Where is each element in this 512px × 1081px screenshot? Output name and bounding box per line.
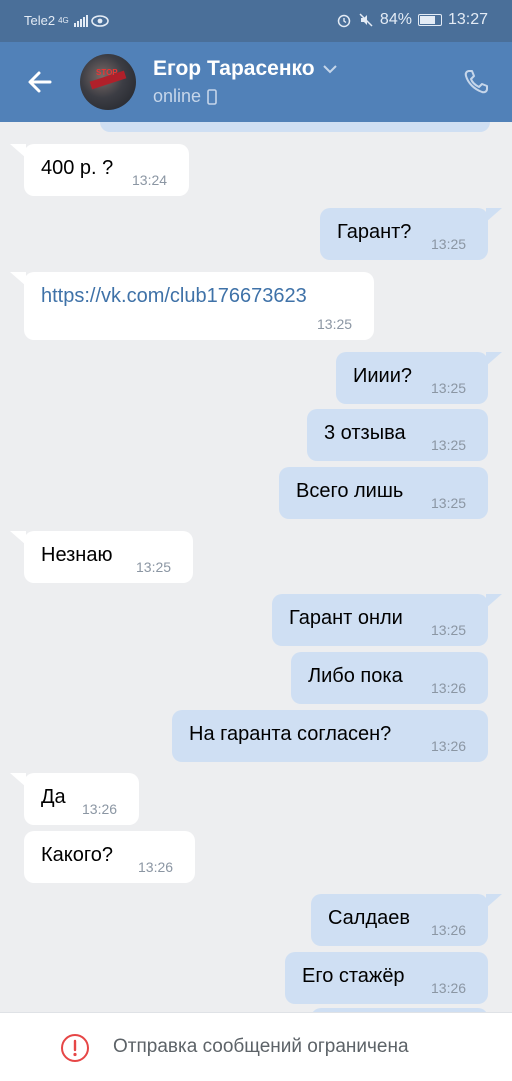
back-arrow-icon[interactable]: [24, 66, 56, 98]
phone-icon[interactable]: [462, 68, 490, 96]
mobile-icon: [207, 88, 217, 105]
eye-icon: [90, 14, 109, 27]
chat-header: STOP Егор Тарасенко online: [0, 42, 512, 122]
message-list[interactable]: 400 р. ? 13:24 Гарант? 13:25 https://vk.…: [0, 122, 512, 1012]
message-time: 13:25: [431, 622, 467, 638]
message-bubble-outgoing[interactable]: На гаранта согласен? 13:26: [172, 710, 488, 762]
presence-status: online: [153, 86, 217, 107]
message-text: Ииии?: [353, 365, 413, 387]
message-link[interactable]: https://vk.com/club176673623: [41, 285, 307, 308]
warning-icon: [61, 1034, 89, 1062]
message-bubble-outgoing[interactable]: 3 отзыва 13:25: [307, 409, 488, 461]
message-text: 400 р. ?: [41, 157, 114, 179]
message-text: Какого?: [41, 844, 113, 866]
avatar[interactable]: STOP: [80, 54, 136, 110]
battery-percent: 84%: [379, 11, 412, 28]
carrier-label: Tele2: [24, 13, 56, 28]
message-time: 13:25: [317, 316, 353, 332]
message-time: 13:25: [136, 559, 172, 575]
network-type: 4G: [58, 15, 69, 25]
status-bar: Tele2 4G 84% 13:27: [0, 0, 512, 42]
message-text: 3 отзыва: [324, 422, 406, 444]
message-bubble-incoming[interactable]: Да 13:26: [24, 773, 139, 825]
message-text: Гарант онли: [289, 607, 403, 629]
message-bubble-incoming[interactable]: Какого? 13:26: [24, 831, 195, 883]
message-bubble-outgoing[interactable]: Гарант? 13:25: [320, 208, 488, 260]
message-text: На гаранта согласен?: [189, 723, 392, 745]
message-time: 13:25: [431, 437, 467, 453]
message-time: 13:26: [431, 922, 467, 938]
message-time: 13:26: [431, 680, 467, 696]
message-time: 13:26: [431, 738, 467, 754]
chevron-down-icon: [322, 64, 337, 73]
restriction-notice: Отправка сообщений ограничена: [113, 1036, 409, 1057]
message-time: 13:24: [132, 172, 168, 188]
message-bubble-outgoing[interactable]: Салдаев 13:26: [311, 894, 488, 946]
presence-text: online: [153, 86, 202, 106]
alarm-icon: [337, 14, 351, 28]
message-bubble-outgoing[interactable]: Либо пока 13:26: [291, 652, 488, 704]
message-text: Всего лишь: [296, 480, 404, 502]
message-time: 13:25: [431, 380, 467, 396]
clock: 13:27: [447, 11, 488, 28]
status-right: 84% 13:27: [336, 11, 488, 29]
messaging-restricted-bar: Отправка сообщений ограничена: [0, 1012, 512, 1081]
message-text: Незнаю: [41, 544, 113, 566]
status-left: Tele2 4G: [24, 13, 109, 28]
message-bubble-outgoing[interactable]: Всего лишь 13:25: [279, 467, 488, 519]
message-text: Салдаев: [328, 907, 411, 929]
contact-name-text: Егор Тарасенко: [153, 57, 315, 80]
message-time: 13:26: [82, 801, 118, 817]
message-time: 13:26: [431, 980, 467, 996]
message-bubble-outgoing[interactable]: Его стажёр 13:26: [285, 952, 488, 1004]
battery-icon: [417, 14, 442, 26]
message-bubble-incoming[interactable]: Незнаю 13:25: [24, 531, 193, 583]
mute-icon: [359, 13, 373, 27]
message-text: Либо пока: [308, 665, 403, 687]
message-bubble-incoming[interactable]: 400 р. ? 13:24: [24, 144, 189, 196]
message-time: 13:25: [431, 236, 467, 252]
signal-icon: [73, 14, 88, 27]
message-bubble-outgoing[interactable]: Ииии? 13:25: [336, 352, 488, 404]
message-bubble-incoming[interactable]: https://vk.com/club176673623 13:25: [24, 272, 374, 340]
message-bubble-outgoing[interactable]: Гарант онли 13:25: [272, 594, 488, 646]
message-text: Да: [41, 786, 66, 808]
message-bubble-partial: [100, 122, 490, 132]
contact-name[interactable]: Егор Тарасенко: [153, 57, 337, 81]
message-time: 13:26: [138, 859, 174, 875]
message-text: Гарант?: [337, 221, 412, 243]
message-text: Его стажёр: [302, 965, 405, 987]
message-time: 13:25: [431, 495, 467, 511]
